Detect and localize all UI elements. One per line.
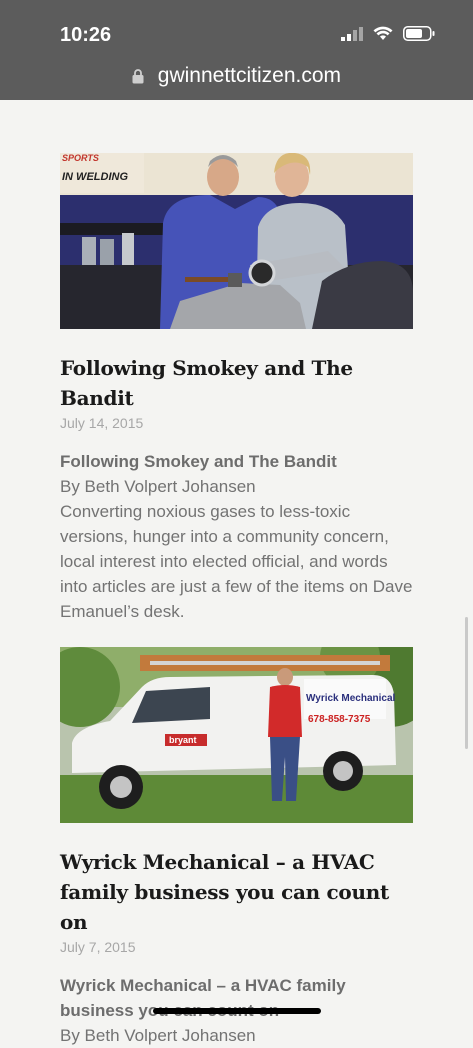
sign-text: IN WELDING xyxy=(62,171,128,183)
article-subhead: Following Smokey and The Bandit xyxy=(60,452,337,471)
article-excerpt: Converting noxious gases to less-toxic v… xyxy=(60,502,413,621)
lock-icon xyxy=(132,69,144,84)
wifi-icon xyxy=(373,26,393,40)
clock: 10:26 xyxy=(60,24,112,46)
system-icons xyxy=(341,26,435,41)
article-byline: By Beth Volpert Johansen xyxy=(60,477,256,496)
van-badge-text: bryant xyxy=(169,735,197,745)
article-title[interactable]: Wyrick Mechanical – a HVAC family busine… xyxy=(60,847,413,937)
scrollbar[interactable] xyxy=(465,617,468,749)
van-phone-text: 678-858-7375 xyxy=(308,714,371,725)
article-photo[interactable]: SPORTS IN WELDING xyxy=(60,153,413,329)
cellular-signal-icon xyxy=(341,26,363,41)
browser-status-bar: 10:26 gwinnettcitizen.com xyxy=(0,0,473,100)
url-text: gwinnettcitizen.com xyxy=(157,64,342,87)
article-card: SPORTS IN WELDING Following Smokey and T… xyxy=(60,153,413,624)
article-date: July 7, 2015 xyxy=(60,939,136,955)
article-card: bryant Wyrick Mechanical 678-858-7375 Wy… xyxy=(60,647,413,1048)
article-title[interactable]: Following Smokey and The Bandit xyxy=(60,353,413,413)
article-subhead: Wyrick Mechanical – a HVAC family busine… xyxy=(60,976,346,1020)
battery-icon xyxy=(403,26,435,41)
van-brand-text: Wyrick Mechanical xyxy=(306,693,396,704)
address-bar[interactable]: gwinnettcitizen.com xyxy=(0,64,473,88)
sign-top-text: SPORTS xyxy=(62,153,99,163)
article-date: July 14, 2015 xyxy=(60,415,144,431)
home-indicator[interactable] xyxy=(153,1008,321,1014)
article-byline: By Beth Volpert Johansen xyxy=(60,1026,256,1045)
article-photo[interactable]: bryant Wyrick Mechanical 678-858-7375 xyxy=(60,647,413,823)
